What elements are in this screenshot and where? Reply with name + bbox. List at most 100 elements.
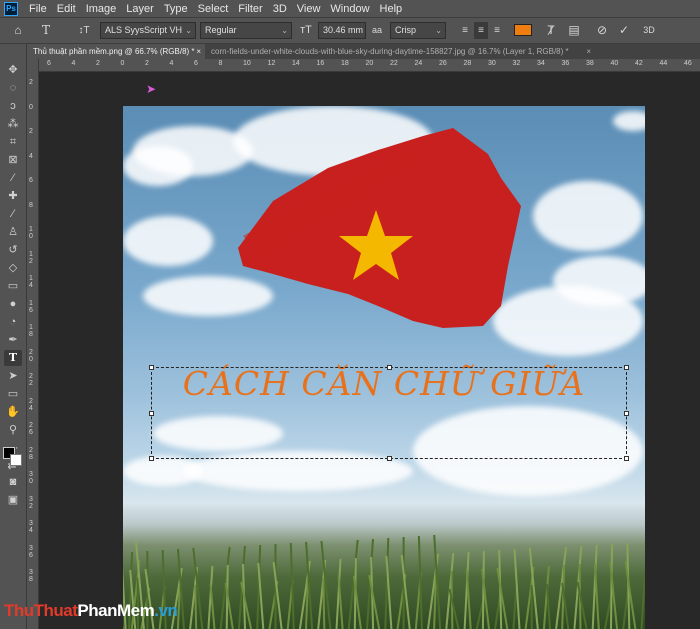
ruler-label: 30	[488, 60, 496, 67]
ruler-label: 40	[610, 60, 619, 67]
move-tool-icon[interactable]: ✥	[4, 62, 22, 78]
corn-stalk	[240, 581, 253, 629]
screen-mode-icon[interactable]: ▣	[4, 492, 22, 508]
marquee-tool-icon[interactable]: ◌	[4, 80, 22, 96]
font-family-dropdown[interactable]: ALS SyysScript VH ⌄	[100, 22, 196, 39]
resize-handle[interactable]	[624, 456, 629, 461]
ruler-label: 26	[439, 60, 447, 67]
options-bar: ⌂ T ↕T ALS SyysScript VH ⌄ Regular ⌄ тT …	[0, 17, 700, 44]
character-panel-icon[interactable]: ▤	[566, 22, 582, 39]
healing-brush-tool-icon[interactable]: ✚	[4, 188, 22, 204]
align-right-icon[interactable]: ≡	[490, 22, 504, 39]
menu-bar: Ps File Edit Image Layer Type Select Fil…	[0, 0, 700, 17]
rectangle-tool-icon[interactable]: ▭	[4, 386, 22, 402]
tab-document-1[interactable]: Thủ thuật phần mềm.png @ 66.7% (RGB/8) *…	[27, 44, 205, 59]
menu-window[interactable]: Window	[325, 3, 374, 15]
align-center-icon[interactable]: ≡	[474, 22, 488, 39]
text-orientation-icon[interactable]: ↕T	[76, 22, 92, 39]
close-icon[interactable]: ×	[196, 44, 201, 59]
resize-handle[interactable]	[149, 411, 154, 416]
corn-stalk	[555, 546, 568, 629]
resize-handle[interactable]	[387, 365, 392, 370]
ruler-label: 4	[71, 60, 76, 67]
lasso-tool-icon[interactable]: ↄ	[4, 98, 22, 114]
type-tool-preset-icon[interactable]: T	[38, 22, 54, 39]
menu-file[interactable]: File	[24, 3, 52, 15]
type-tool-icon[interactable]: T	[4, 350, 22, 366]
ruler-label: 12	[267, 60, 276, 67]
ruler-label: 2	[29, 128, 33, 135]
menu-type[interactable]: Type	[159, 3, 193, 15]
resize-handle[interactable]	[149, 365, 154, 370]
ruler-label: 2	[145, 60, 149, 67]
warp-text-icon[interactable]: Ⱦ	[544, 22, 558, 39]
ruler-label: 16	[316, 60, 325, 67]
watermark-part-3: .vn	[154, 601, 178, 620]
ruler-label: 8	[218, 60, 223, 67]
menu-filter[interactable]: Filter	[233, 3, 267, 15]
resize-handle[interactable]	[149, 456, 154, 461]
antialias-value: Crisp	[395, 25, 417, 35]
quick-mask-icon[interactable]: ◙	[4, 474, 22, 490]
menu-3d[interactable]: 3D	[268, 3, 292, 15]
menu-view[interactable]: View	[292, 3, 326, 15]
ruler-label: 1 0	[29, 226, 33, 240]
resize-handle[interactable]	[624, 365, 629, 370]
ruler-label: 3 0	[29, 471, 33, 485]
text-color-swatch[interactable]	[514, 24, 532, 36]
antialias-dropdown[interactable]: Crisp ⌄	[390, 22, 446, 39]
blur-tool-icon[interactable]: ●	[4, 296, 22, 312]
commit-icon[interactable]: ✓	[616, 22, 632, 39]
ruler-label: 10	[243, 60, 251, 67]
eyedropper-tool-icon[interactable]: ⁄	[4, 170, 22, 186]
ruler-label: 2 6	[29, 422, 33, 436]
menu-help[interactable]: Help	[375, 3, 408, 15]
ruler-label: 8	[29, 201, 33, 209]
cancel-icon[interactable]: ⊘	[594, 22, 610, 39]
chevron-down-icon: ⌄	[435, 26, 442, 35]
ruler-label: 2 4	[29, 397, 33, 412]
menu-layer[interactable]: Layer	[121, 3, 159, 15]
resize-handle[interactable]	[387, 456, 392, 461]
ruler-label: 32	[512, 60, 521, 67]
magic-wand-tool-icon[interactable]: ⁂	[4, 116, 22, 132]
background-color-swatch[interactable]	[10, 454, 22, 466]
brush-tool-icon[interactable]: ∕	[4, 206, 22, 222]
font-size-icon: тT	[300, 24, 312, 36]
ruler-label: 20	[365, 60, 374, 67]
corn-stalk	[337, 576, 344, 629]
eraser-tool-icon[interactable]: ◇	[4, 260, 22, 276]
font-style-dropdown[interactable]: Regular ⌄	[200, 22, 292, 39]
ruler-label: 3 8	[29, 569, 33, 583]
ruler-label: 14	[292, 60, 300, 67]
menu-edit[interactable]: Edit	[52, 3, 81, 15]
crop-tool-icon[interactable]: ⌗	[4, 134, 22, 150]
pen-tool-icon[interactable]: ✒	[4, 332, 22, 348]
history-brush-tool-icon[interactable]: ↺	[4, 242, 22, 258]
menu-image[interactable]: Image	[81, 3, 122, 15]
font-family-value: ALS SyysScript VH	[105, 25, 183, 35]
frame-tool-icon[interactable]: ⊠	[4, 152, 22, 168]
resize-handle[interactable]	[624, 411, 629, 416]
align-left-icon[interactable]: ≡	[458, 22, 472, 39]
clone-stamp-tool-icon[interactable]: ♙	[4, 224, 22, 240]
3d-icon[interactable]: 3D	[640, 22, 658, 39]
gradient-tool-icon[interactable]: ▭	[4, 278, 22, 294]
zoom-tool-icon[interactable]: ⚲	[4, 422, 22, 438]
text-bounding-box[interactable]	[149, 365, 629, 461]
path-selection-tool-icon[interactable]: ➤	[4, 368, 22, 384]
corn-stalk	[322, 577, 326, 629]
close-icon[interactable]: ×	[586, 44, 591, 59]
home-icon[interactable]: ⌂	[8, 22, 28, 39]
hand-tool-icon[interactable]: ✋	[4, 404, 22, 420]
ruler-label: 1 8	[29, 324, 33, 338]
chevron-down-icon: ⌄	[281, 26, 288, 35]
font-size-field[interactable]: 30.46 mm	[318, 22, 366, 39]
dodge-tool-icon[interactable]: ◔	[4, 314, 22, 330]
ruler-label: 6	[47, 60, 51, 67]
tab-document-2[interactable]: corn-fields-under-white-clouds-with-blue…	[205, 44, 595, 59]
corn-stalk	[640, 578, 645, 629]
ruler-label: 1 6	[29, 299, 33, 314]
ruler-label: 22	[390, 60, 398, 67]
menu-select[interactable]: Select	[193, 3, 234, 15]
